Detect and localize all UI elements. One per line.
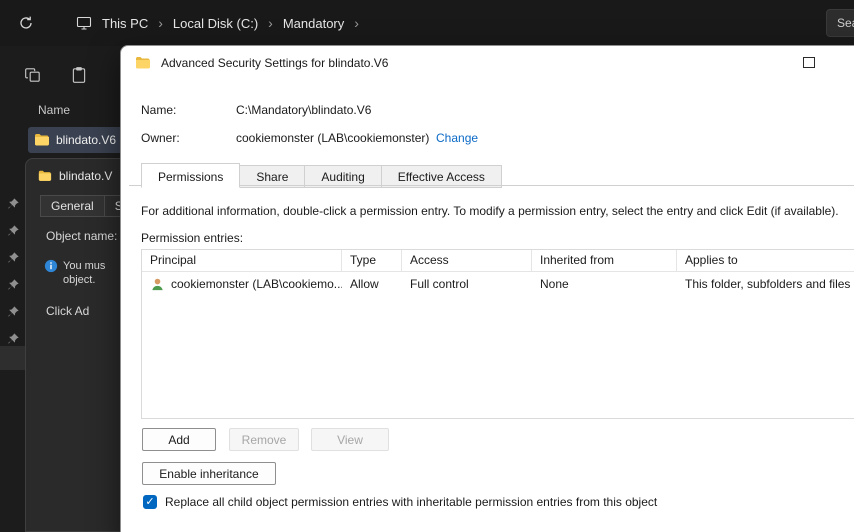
pin-icon <box>6 305 20 319</box>
breadcrumb-local-disk[interactable]: Local Disk (C:) <box>173 16 258 31</box>
pin-icon <box>6 224 20 238</box>
pin-icon <box>6 197 20 211</box>
refresh-icon[interactable] <box>14 11 38 35</box>
explorer-address-bar: This PC › Local Disk (C:) › Mandatory › <box>0 0 854 46</box>
add-button[interactable]: Add <box>142 428 216 451</box>
file-label: blindato.V6 <box>56 133 117 147</box>
pin-icon <box>6 332 20 346</box>
tab-general[interactable]: General <box>40 195 105 217</box>
folder-icon <box>35 134 49 146</box>
view-button[interactable]: View <box>311 428 389 451</box>
search-input[interactable]: Sea <box>826 9 854 37</box>
paste-icon[interactable] <box>70 66 88 84</box>
copy-icon[interactable] <box>24 66 42 84</box>
permission-entries-label: Permission entries: <box>141 231 244 245</box>
enable-inheritance-button[interactable]: Enable inheritance <box>142 462 276 485</box>
this-pc-icon <box>72 11 96 35</box>
folder-icon <box>136 57 150 69</box>
remove-button[interactable]: Remove <box>229 428 299 451</box>
file-list-name-header[interactable]: Name <box>38 103 70 117</box>
owner-label: Owner: <box>141 131 180 145</box>
breadcrumb-mandatory[interactable]: Mandatory <box>283 16 344 31</box>
file-row-blindato[interactable]: blindato.V6 <box>28 127 128 153</box>
maximize-button[interactable] <box>803 57 815 68</box>
cell-inherited-from: None <box>540 277 569 291</box>
cell-principal: cookiemonster (LAB\cookiemo... <box>171 277 342 291</box>
column-header-applies-to[interactable]: Applies to <box>677 250 854 271</box>
properties-dialog-titlebar: blindato.V <box>38 169 112 183</box>
permission-warning-text: You mus object. <box>63 260 106 286</box>
properties-dialog-title: blindato.V <box>59 169 113 183</box>
info-icon <box>44 259 58 273</box>
permission-entries-table: Principal Type Access Inherited from App… <box>141 249 854 419</box>
pin-icon <box>6 251 20 265</box>
permissions-info-text: For additional information, double-click… <box>141 204 839 218</box>
cell-access: Full control <box>410 277 469 291</box>
folder-icon <box>38 170 52 181</box>
column-header-principal[interactable]: Principal <box>142 250 342 271</box>
pin-icon <box>6 278 20 292</box>
change-owner-link[interactable]: Change <box>436 131 478 145</box>
chevron-right-icon: › <box>158 15 163 31</box>
chevron-right-icon: › <box>268 15 273 31</box>
table-header: Principal Type Access Inherited from App… <box>142 250 854 272</box>
cell-type: Allow <box>350 277 379 291</box>
user-icon <box>152 278 163 290</box>
name-value: C:\Mandatory\blindato.V6 <box>236 103 372 117</box>
replace-permissions-label: Replace all child object permission entr… <box>165 495 658 509</box>
owner-value: cookiemonster (LAB\cookiemonster) <box>236 131 430 145</box>
object-name-label: Object name: <box>46 229 118 243</box>
dialog-titlebar: Advanced Security Settings for blindato.… <box>121 46 854 80</box>
advanced-security-dialog: Advanced Security Settings for blindato.… <box>120 45 854 532</box>
breadcrumb-this-pc[interactable]: This PC <box>102 16 148 31</box>
chevron-right-icon: › <box>354 15 359 31</box>
dialog-title: Advanced Security Settings for blindato.… <box>161 56 389 70</box>
column-header-inherited-from[interactable]: Inherited from <box>532 250 677 271</box>
replace-permissions-checkbox[interactable]: ✓ <box>143 495 157 509</box>
column-header-type[interactable]: Type <box>342 250 402 271</box>
nav-selected-indicator <box>0 346 25 370</box>
name-label: Name: <box>141 103 177 117</box>
tab-permissions[interactable]: Permissions <box>141 163 241 188</box>
cell-applies-to: This folder, subfolders and files <box>685 277 851 291</box>
click-advanced-text: Click Ad <box>46 304 90 318</box>
table-row[interactable]: cookiemonster (LAB\cookiemo... Allow Ful… <box>142 272 854 296</box>
column-header-access[interactable]: Access <box>402 250 532 271</box>
